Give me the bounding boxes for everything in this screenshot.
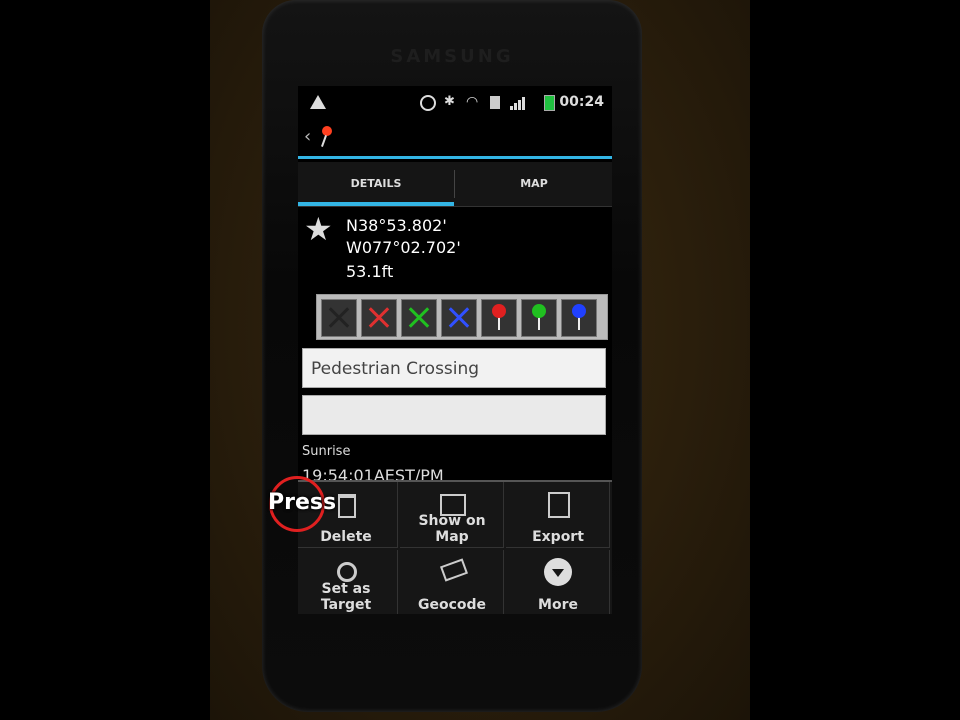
waypoint-note-field[interactable] xyxy=(302,395,606,435)
press-annotation: Press xyxy=(268,490,337,515)
menu-more-button[interactable]: More xyxy=(506,550,610,614)
bluetooth-icon: ✱ xyxy=(444,94,455,109)
menu-label: More xyxy=(538,597,578,613)
pin-marker-icon[interactable] xyxy=(521,299,557,337)
menu-label: Delete xyxy=(320,529,372,545)
geocode-icon xyxy=(439,558,469,582)
warning-icon xyxy=(310,95,326,109)
tab-map[interactable]: MAP xyxy=(456,162,612,206)
menu-set-target-button[interactable]: Set as Target xyxy=(298,550,398,614)
menu-label: Show on Map xyxy=(418,513,486,545)
latitude-text: N38°53.802' xyxy=(346,216,447,235)
wifi-icon: ◠ xyxy=(466,94,479,110)
pushpin-icon[interactable] xyxy=(322,126,332,136)
trash-icon xyxy=(338,494,356,518)
cross-marker-icon[interactable] xyxy=(441,299,477,337)
cross-marker-icon[interactable] xyxy=(361,299,397,337)
more-icon xyxy=(544,558,572,586)
tab-bar: DETAILS MAP xyxy=(298,162,612,207)
sunrise-label: Sunrise xyxy=(302,444,351,459)
waypoint-icon-picker[interactable] xyxy=(316,294,608,340)
back-chevron-icon[interactable]: ‹ xyxy=(304,126,311,147)
phone-screen: ✱ ◠ 00:24 ‹ DETAILS MAP ★ N38°53.802' W0… xyxy=(298,86,612,614)
pin-marker-icon[interactable] xyxy=(481,299,517,337)
menu-label: Set as Target xyxy=(320,581,372,613)
menu-geocode-button[interactable]: Geocode xyxy=(400,550,504,614)
tab-details[interactable]: DETAILS xyxy=(298,162,454,206)
status-clock: 00:24 xyxy=(559,94,604,110)
menu-label: Geocode xyxy=(417,597,487,613)
action-bar: ‹ xyxy=(298,120,612,159)
sd-card-icon xyxy=(490,96,500,109)
menu-export-button[interactable]: Export xyxy=(506,482,610,548)
tab-divider xyxy=(454,170,455,198)
export-icon xyxy=(548,492,570,518)
options-menu: Delete Show on Map Export Set as Target … xyxy=(298,480,612,614)
favorite-star-icon[interactable]: ★ xyxy=(304,210,333,248)
cross-marker-icon[interactable] xyxy=(401,299,437,337)
altitude-text: 53.1ft xyxy=(346,262,394,281)
target-icon xyxy=(337,562,357,582)
menu-show-on-map-button[interactable]: Show on Map xyxy=(400,482,504,548)
menu-label: Export xyxy=(532,529,584,545)
battery-icon xyxy=(544,95,555,111)
brand-logo: SAMSUNG xyxy=(390,46,514,67)
gps-icon xyxy=(420,95,436,111)
pin-marker-icon[interactable] xyxy=(561,299,597,337)
status-bar: ✱ ◠ 00:24 xyxy=(298,86,612,120)
longitude-text: W077°02.702' xyxy=(346,238,461,257)
cross-marker-icon[interactable] xyxy=(321,299,357,337)
waypoint-name-field[interactable]: Pedestrian Crossing xyxy=(302,348,606,388)
